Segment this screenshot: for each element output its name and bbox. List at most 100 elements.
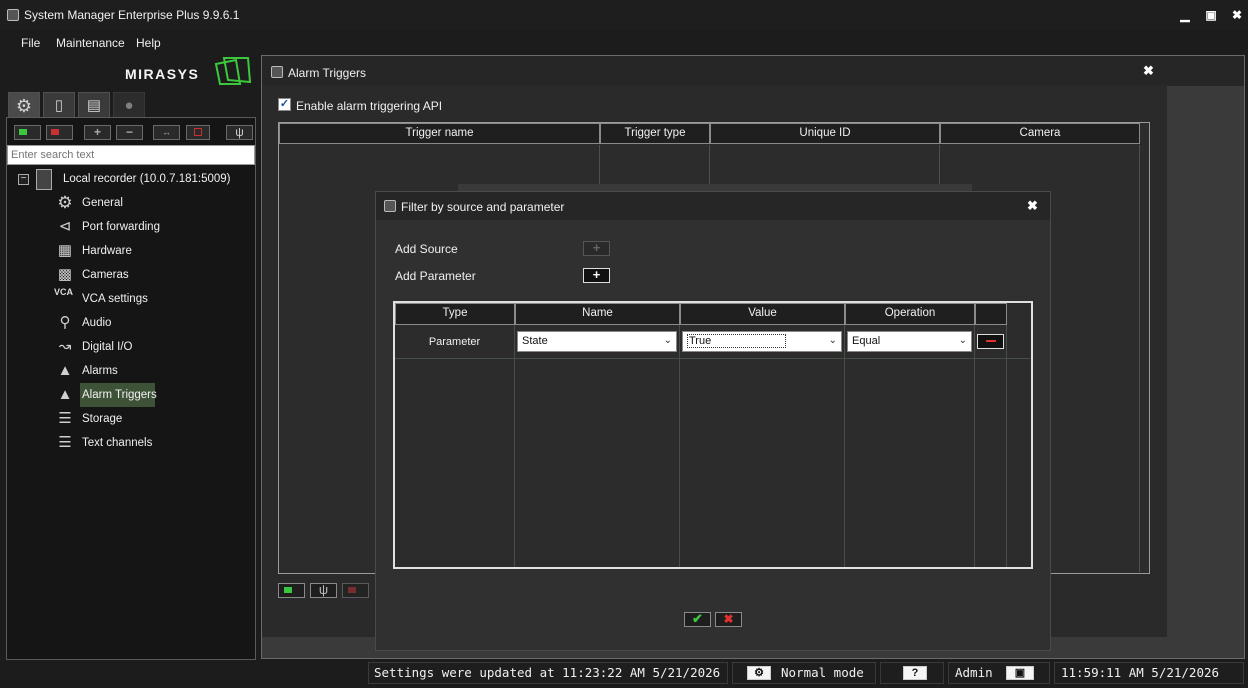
tab-users[interactable]: ● <box>113 92 145 120</box>
col-name[interactable]: Name <box>515 303 680 325</box>
io-icon: ↝ <box>58 338 72 355</box>
add-trigger-button[interactable] <box>278 583 305 598</box>
plug-icon: ψ <box>318 582 329 597</box>
tree-collapse-toggle[interactable]: − <box>18 174 29 185</box>
alarm-triggers-title: Alarm Triggers <box>288 66 367 80</box>
lock-button[interactable]: ▣ <box>1006 666 1034 680</box>
edit-trigger-button[interactable]: ψ <box>310 583 337 598</box>
close-filter-dialog-button[interactable]: ✖ <box>1027 198 1038 214</box>
plug-button[interactable]: ψ <box>226 125 253 140</box>
users-icon: ● <box>124 97 134 114</box>
grid-divider <box>974 325 975 567</box>
add-trigger-icon <box>284 587 292 593</box>
col-unique-id[interactable]: Unique ID <box>710 123 940 144</box>
col-actions <box>975 303 1007 325</box>
status-mode-label: Normal mode <box>781 665 864 680</box>
sidebar-item-port-forwarding[interactable]: Port forwarding <box>82 221 160 233</box>
clipboard-icon: ▤ <box>86 97 102 114</box>
add-server-icon <box>19 129 27 135</box>
chevron-down-icon: ⌄ <box>958 335 967 346</box>
menu-file[interactable]: File <box>21 36 40 50</box>
sidebar-item-cameras[interactable]: Cameras <box>82 269 129 281</box>
col-trigger-name[interactable]: Trigger name <box>279 123 600 144</box>
tree-root-label[interactable]: Local recorder (10.0.7.181:5009) <box>63 173 231 185</box>
status-clock: 11:59:11 AM 5/21/2026 <box>1054 662 1244 684</box>
tab-devices[interactable]: ▯ <box>43 92 75 120</box>
chevron-down-icon: ⌄ <box>828 335 837 346</box>
sidebar-item-storage[interactable]: Storage <box>82 413 122 425</box>
enable-api-label: Enable alarm triggering API <box>296 99 443 113</box>
plus-icon: + <box>592 267 601 282</box>
transfer-button[interactable]: ↔ <box>153 125 180 140</box>
close-window-button[interactable]: ✖ <box>1227 6 1247 24</box>
plus-icon: + <box>93 125 101 139</box>
chevron-down-icon: ⌄ <box>663 335 672 346</box>
logo-text: MIRASYS <box>125 66 200 82</box>
col-value[interactable]: Value <box>680 303 845 325</box>
remove-server-button[interactable] <box>46 125 73 140</box>
sidebar-item-alarm-triggers[interactable]: Alarm Triggers <box>82 389 157 401</box>
chip-icon: ▦ <box>57 242 73 259</box>
sidebar-item-hardware[interactable]: Hardware <box>82 245 132 257</box>
minus-icon: − <box>125 125 133 139</box>
add-server-button[interactable] <box>14 125 41 140</box>
maximize-button[interactable]: ▣ <box>1201 6 1221 24</box>
name-select[interactable]: State ⌄ <box>517 331 677 352</box>
grid-divider <box>679 325 680 567</box>
status-mode: ⚙ Normal mode <box>732 662 876 684</box>
sidebar-item-general[interactable]: General <box>82 197 123 209</box>
name-select-value: State <box>522 335 548 347</box>
add-source-label: Add Source <box>395 242 458 256</box>
cancel-button[interactable]: ✖ <box>715 612 742 627</box>
list-icon: ☰ <box>58 434 72 451</box>
minus-icon <box>985 340 996 342</box>
app-title: System Manager Enterprise Plus 9.9.6.1 <box>24 8 240 22</box>
sidebar-item-alarms[interactable]: Alarms <box>82 365 118 377</box>
col-type[interactable]: Type <box>395 303 515 325</box>
tab-documents[interactable]: ▤ <box>78 92 110 120</box>
bell-plus-icon: ▲ <box>57 386 73 403</box>
microphone-icon: ⚲ <box>59 314 71 331</box>
close-alarm-triggers-button[interactable]: ✖ <box>1143 63 1154 79</box>
remove-row-button[interactable] <box>977 334 1004 349</box>
col-camera[interactable]: Camera <box>940 123 1140 144</box>
row-divider <box>395 358 1030 359</box>
grid-divider <box>1006 325 1007 567</box>
enable-api-checkbox[interactable]: ✓ <box>278 98 291 111</box>
filter-dialog-title: Filter by source and parameter <box>401 200 565 214</box>
settings-window-icon <box>271 66 283 78</box>
lock-icon: ▣ <box>1014 667 1026 679</box>
settings-window-icon <box>384 200 396 212</box>
remove-trigger-button[interactable] <box>342 583 369 598</box>
sidebar-item-vca-settings[interactable]: VCA settings <box>82 293 148 305</box>
mirasys-logo-icon <box>214 57 252 85</box>
close-icon: ✖ <box>723 612 734 626</box>
tab-settings[interactable]: ⚙ <box>8 92 40 120</box>
ok-button[interactable]: ✔ <box>684 612 711 627</box>
add-source-button[interactable]: + <box>583 241 610 256</box>
remove-button[interactable]: − <box>116 125 143 140</box>
value-select[interactable]: True ⌄ <box>682 331 842 352</box>
stop-button[interactable] <box>186 125 210 140</box>
menu-help[interactable]: Help <box>136 36 161 50</box>
sidebar-item-digital-io[interactable]: Digital I/O <box>82 341 133 353</box>
menu-maintenance[interactable]: Maintenance <box>56 36 125 50</box>
col-trigger-type[interactable]: Trigger type <box>600 123 710 144</box>
help-button[interactable]: ? <box>903 666 927 680</box>
remove-server-icon <box>51 129 59 135</box>
add-parameter-button[interactable]: + <box>583 268 610 283</box>
col-operation[interactable]: Operation <box>845 303 975 325</box>
add-button[interactable]: + <box>84 125 111 140</box>
operation-select[interactable]: Equal ⌄ <box>847 331 972 352</box>
mode-icon[interactable]: ⚙ <box>747 666 771 680</box>
vca-icon: VCA <box>54 287 74 297</box>
minimize-button[interactable]: ▁ <box>1175 6 1195 24</box>
sidebar-item-text-channels[interactable]: Text channels <box>82 437 152 449</box>
search-input[interactable] <box>7 145 255 165</box>
status-message: Settings were updated at 11:23:22 AM 5/2… <box>368 662 728 684</box>
camera-icon: ▩ <box>57 266 73 283</box>
sidebar-item-audio[interactable]: Audio <box>82 317 111 329</box>
grid-divider <box>514 325 515 567</box>
app-icon <box>7 9 19 21</box>
value-select-value: True <box>687 334 787 348</box>
